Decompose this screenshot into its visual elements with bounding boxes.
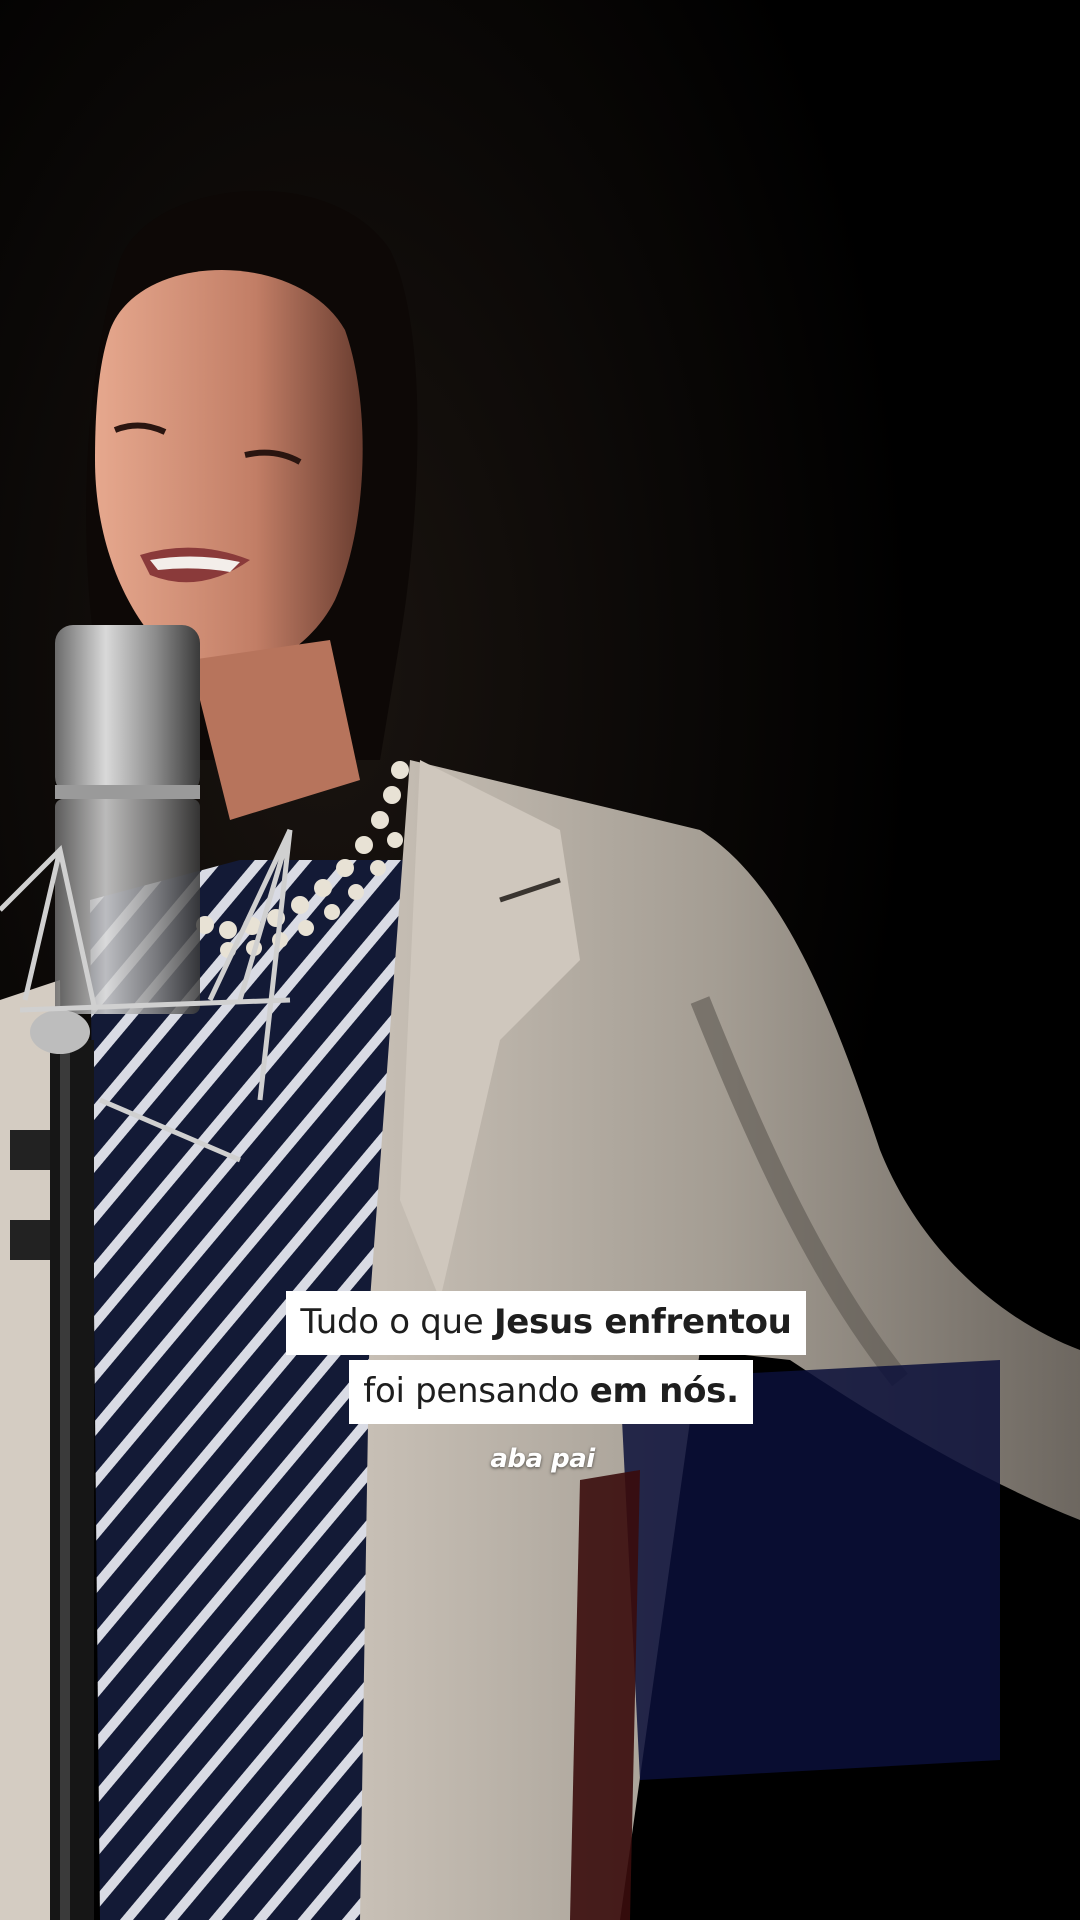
watermark-text: aba pai [0, 1444, 1080, 1474]
caption-line-1-bold: Jesus enfrentou [493, 1302, 792, 1342]
mic-stand [50, 1040, 94, 1920]
video-frame-scene [0, 0, 1080, 1920]
caption-line-2-normal: foi pensando [363, 1371, 590, 1411]
caption-line-1: Tudo o que Jesus enfrentou [0, 1291, 1080, 1355]
microphone [30, 625, 200, 1054]
caption-line-2: foi pensando em nós. [0, 1360, 1080, 1424]
caption-line-1-normal: Tudo o que [300, 1302, 494, 1342]
caption-line-2-bold: em nós. [589, 1371, 739, 1411]
watermark-label: aba pai [490, 1444, 595, 1474]
caption-box-2: foi pensando em nós. [349, 1360, 753, 1424]
caption-box-1: Tudo o que Jesus enfrentou [286, 1291, 806, 1355]
